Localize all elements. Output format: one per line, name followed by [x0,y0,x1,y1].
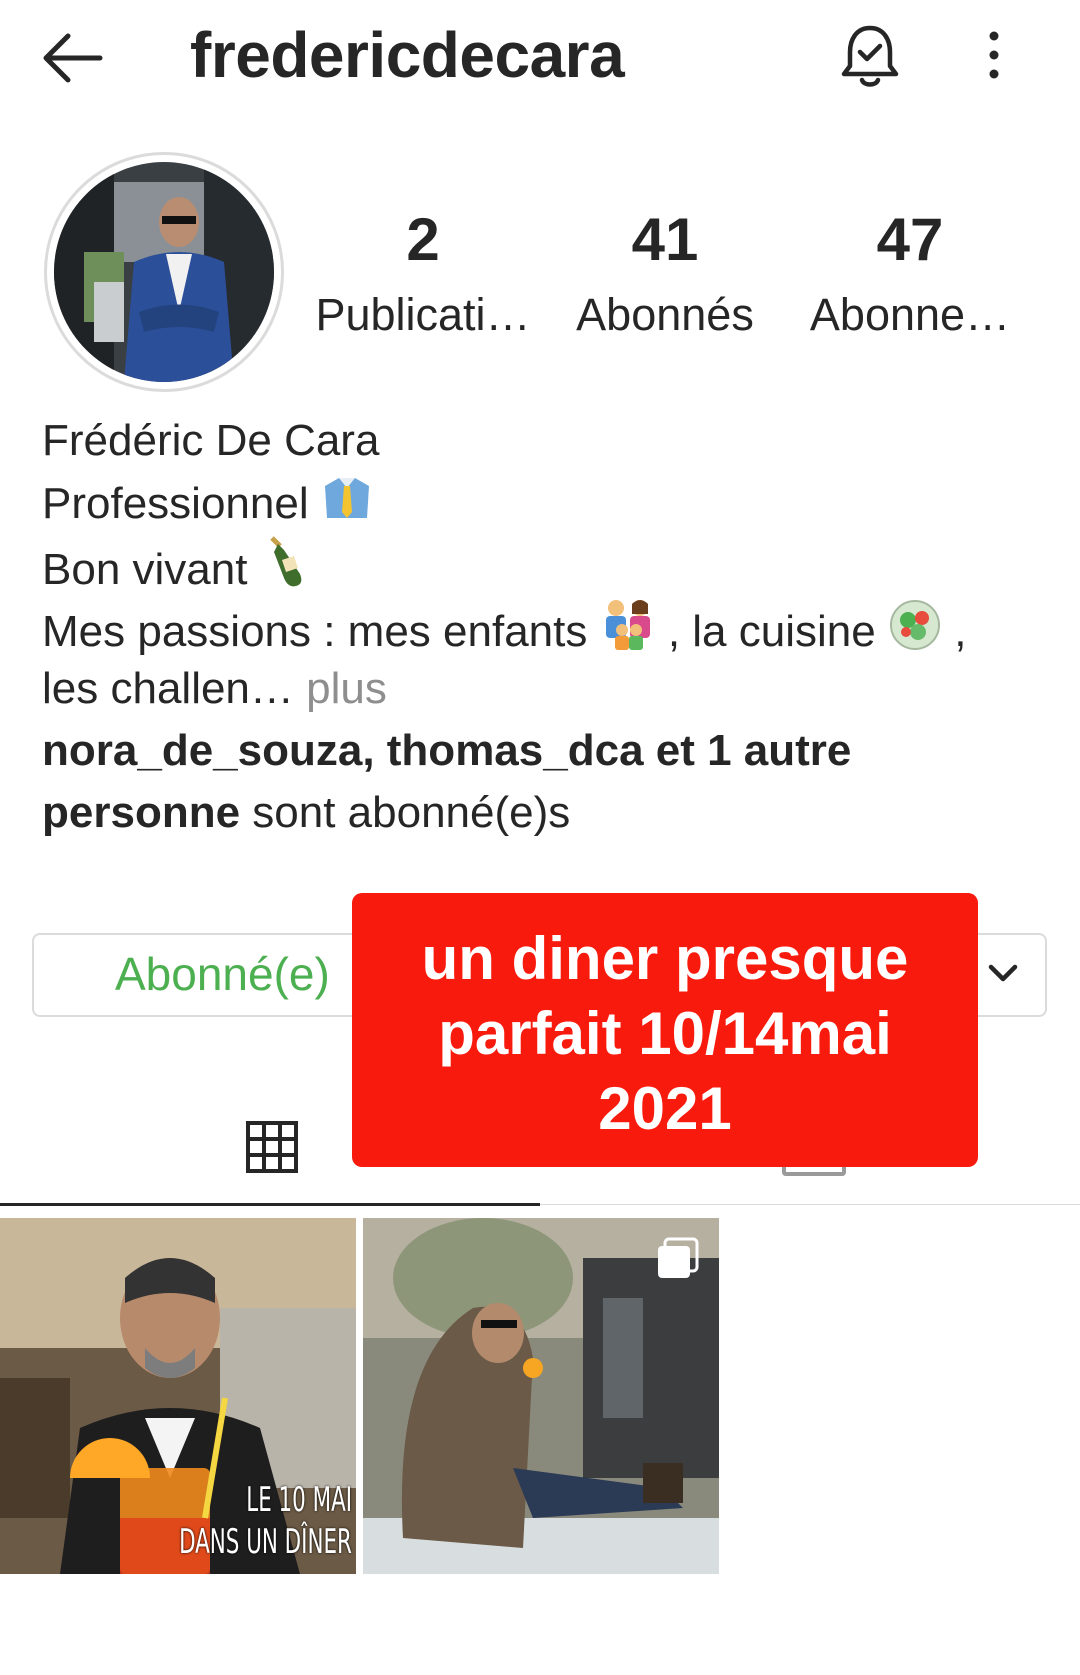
avatar[interactable] [54,162,274,382]
shirt-tie-emoji-icon [324,478,369,518]
post-1-caption-line1: LE 10 MAI [246,1480,352,1520]
stat-posts[interactable]: 2 Publicati… [303,205,543,345]
followed-by-names[interactable]: nora_de_souza, thomas_dca et 1 autre [42,726,851,775]
stat-following[interactable]: 47 Abonne… [790,205,1030,345]
stat-posts-count: 2 [406,206,440,273]
stat-following-label: Abonne… [809,289,1011,340]
followed-by-people[interactable]: personne [42,788,240,837]
stat-followers-label: Abonnés [576,289,754,340]
event-banner: un diner presque parfait 10/14mai 2021 [352,893,978,1167]
tab-active-indicator [0,1203,540,1206]
back-arrow-icon[interactable] [38,28,108,88]
followed-by-line2[interactable]: personne sont abonné(e)s [42,782,570,844]
champagne-bottle-emoji-icon [269,536,302,587]
following-button-label: Abonné(e) [115,948,330,1000]
post-1-caption-line2: DANS UN DÎNER [179,1522,352,1562]
multiple-photos-icon [658,1237,699,1278]
post-thumbnail-1[interactable]: LE 10 MAI DANS UN DÎNER [0,1218,356,1574]
tab-divider [540,1204,1080,1205]
stat-posts-label: Publicati… [315,289,531,340]
grid-icon[interactable] [245,1120,299,1174]
vertical-dots-icon[interactable] [982,30,1006,80]
profile-username-title: fredericdecara [190,19,625,91]
bio-passions-text-c: , [954,607,967,656]
banner-line2: parfait 10/14mai [438,1000,892,1067]
avatar-photo [54,162,274,382]
bell-check-icon[interactable] [838,22,902,92]
stat-followers[interactable]: 41 Abonnés [545,205,785,345]
bio-line-professional: Professionnel [42,472,373,535]
bio-more-link[interactable]: plus [294,664,387,713]
family-emoji-icon [605,600,650,650]
bio-passions-text-b: , la cuisine [667,607,876,656]
salad-emoji-icon [889,600,940,650]
banner-line3: 2021 [598,1075,732,1142]
bio-line-passions: Mes passions : mes enfants , la cuisine … [42,596,966,663]
post-1-image [0,1218,356,1574]
followed-by-suffix: sont abonné(e)s [240,788,571,837]
bio-passions-text-a: Mes passions : mes enfants [42,607,588,656]
stat-following-count: 47 [876,206,944,273]
bio-professional-text: Professionnel [42,479,309,528]
bio-bon-vivant-text: Bon vivant [42,545,248,594]
bio-line-challenges: les challen… plus [42,658,387,720]
stat-followers-count: 41 [631,206,699,273]
bio-name: Frédéric De Cara [42,416,380,465]
bio-challenges-text: les challen… [42,664,294,713]
followed-by-line1[interactable]: nora_de_souza, thomas_dca et 1 autre [42,720,851,782]
chevron-down-icon[interactable] [985,955,1021,991]
banner-line1: un diner presque [421,925,909,992]
bio-line-bon-vivant: Bon vivant [42,534,312,601]
